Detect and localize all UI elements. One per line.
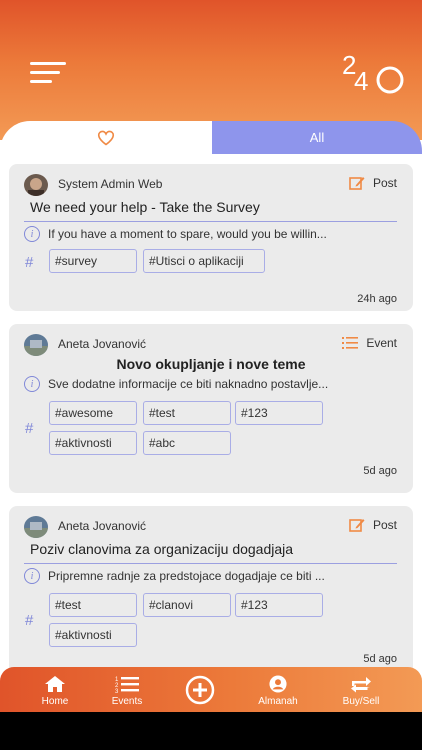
post-type-label: Post bbox=[372, 518, 397, 532]
post-type: Post bbox=[349, 176, 397, 190]
info-icon: i bbox=[24, 376, 40, 392]
home-icon bbox=[45, 676, 65, 692]
tag-chip[interactable]: #123 bbox=[235, 593, 323, 617]
logo-ring bbox=[376, 66, 404, 94]
event-card[interactable]: Aneta Jovanović Event Novo okupljanje i … bbox=[9, 324, 413, 493]
tag-chip[interactable]: #aktivnosti bbox=[49, 431, 137, 455]
post-card[interactable]: Aneta Jovanović Post Poziv clanovima za … bbox=[9, 506, 413, 668]
app-logo: 2 4 bbox=[342, 50, 404, 96]
post-type: Post bbox=[349, 518, 397, 532]
nav-home[interactable]: Home bbox=[20, 675, 90, 707]
swap-icon bbox=[351, 677, 371, 693]
post-card[interactable]: System Admin Web Post We need your help … bbox=[9, 164, 413, 311]
edit-icon bbox=[349, 519, 365, 532]
tab-favorites[interactable] bbox=[0, 121, 212, 154]
post-excerpt: i Sve dodatne informacije ce biti naknad… bbox=[24, 376, 328, 392]
bottom-nav: Home 1 2 3 Events Almanah Buy/Sell bbox=[0, 667, 422, 712]
divider bbox=[24, 563, 397, 564]
user-circle-icon bbox=[269, 675, 287, 693]
post-type: Event bbox=[342, 336, 397, 350]
nav-home-label: Home bbox=[41, 696, 69, 707]
nav-events-label: Events bbox=[111, 696, 143, 707]
list-icon: 1 2 3 bbox=[115, 677, 139, 693]
heart-icon bbox=[97, 130, 115, 146]
info-icon: i bbox=[24, 568, 40, 584]
svg-text:3: 3 bbox=[115, 689, 119, 693]
excerpt-text: If you have a moment to spare, would you… bbox=[48, 227, 327, 241]
feed-tabs: All bbox=[0, 121, 422, 154]
hashtag-icon: # bbox=[25, 420, 34, 437]
post-title[interactable]: Poziv clanovima za organizaciju dogadjaj… bbox=[30, 541, 293, 557]
nav-add[interactable] bbox=[165, 675, 235, 708]
hamburger-icon[interactable] bbox=[30, 60, 70, 84]
tab-all[interactable]: All bbox=[212, 121, 422, 154]
author-name[interactable]: Aneta Jovanović bbox=[58, 519, 146, 533]
tag-chip[interactable]: #awesome bbox=[49, 401, 137, 425]
hashtag-icon: # bbox=[25, 612, 34, 629]
tag-chip[interactable]: #test bbox=[49, 593, 137, 617]
post-excerpt: i Pripremne radnje za predstojace dogadj… bbox=[24, 568, 325, 584]
event-title[interactable]: Novo okupljanje i nove teme bbox=[9, 356, 413, 372]
tag-chip[interactable]: #aktivnosti bbox=[49, 623, 137, 647]
header: 2 4 bbox=[0, 0, 422, 140]
tag-chip[interactable]: #123 bbox=[235, 401, 323, 425]
list-icon bbox=[342, 337, 359, 349]
author-name[interactable]: Aneta Jovanović bbox=[58, 337, 146, 351]
nav-buysell[interactable]: Buy/Sell bbox=[326, 675, 396, 707]
post-type-label: Event bbox=[366, 336, 397, 350]
avatar bbox=[24, 334, 48, 356]
tag-chip[interactable]: #abc bbox=[143, 431, 231, 455]
feed-list: System Admin Web Post We need your help … bbox=[0, 154, 422, 668]
app-screen: 2 4 All System Admin Web Post We need yo… bbox=[0, 0, 422, 712]
nav-buysell-label: Buy/Sell bbox=[342, 696, 380, 707]
tag-chip[interactable]: #Utisci o aplikaciji bbox=[143, 249, 265, 273]
nav-almanah[interactable]: Almanah bbox=[243, 675, 313, 707]
post-excerpt: i If you have a moment to spare, would y… bbox=[24, 226, 327, 242]
post-title[interactable]: We need your help - Take the Survey bbox=[30, 199, 260, 215]
nav-almanah-label: Almanah bbox=[258, 696, 298, 707]
author-name[interactable]: System Admin Web bbox=[58, 177, 162, 191]
avatar bbox=[24, 174, 48, 196]
hashtag-icon: # bbox=[25, 254, 34, 271]
divider bbox=[24, 221, 397, 222]
info-icon: i bbox=[24, 226, 40, 242]
post-type-label: Post bbox=[372, 176, 397, 190]
plus-circle-icon bbox=[185, 675, 215, 705]
tag-chip[interactable]: #test bbox=[143, 401, 231, 425]
tag-chip[interactable]: #clanovi bbox=[143, 593, 231, 617]
nav-events[interactable]: 1 2 3 Events bbox=[92, 675, 162, 707]
post-time: 5d ago bbox=[363, 465, 397, 477]
excerpt-text: Pripremne radnje za predstojace dogadjaj… bbox=[48, 569, 325, 583]
logo-digit-4: 4 bbox=[354, 66, 368, 96]
post-time: 24h ago bbox=[357, 293, 397, 305]
post-time: 5d ago bbox=[363, 653, 397, 665]
excerpt-text: Sve dodatne informacije ce biti naknadno… bbox=[48, 377, 329, 391]
avatar bbox=[24, 516, 48, 538]
edit-icon bbox=[349, 177, 365, 190]
tag-chip[interactable]: #survey bbox=[49, 249, 137, 273]
